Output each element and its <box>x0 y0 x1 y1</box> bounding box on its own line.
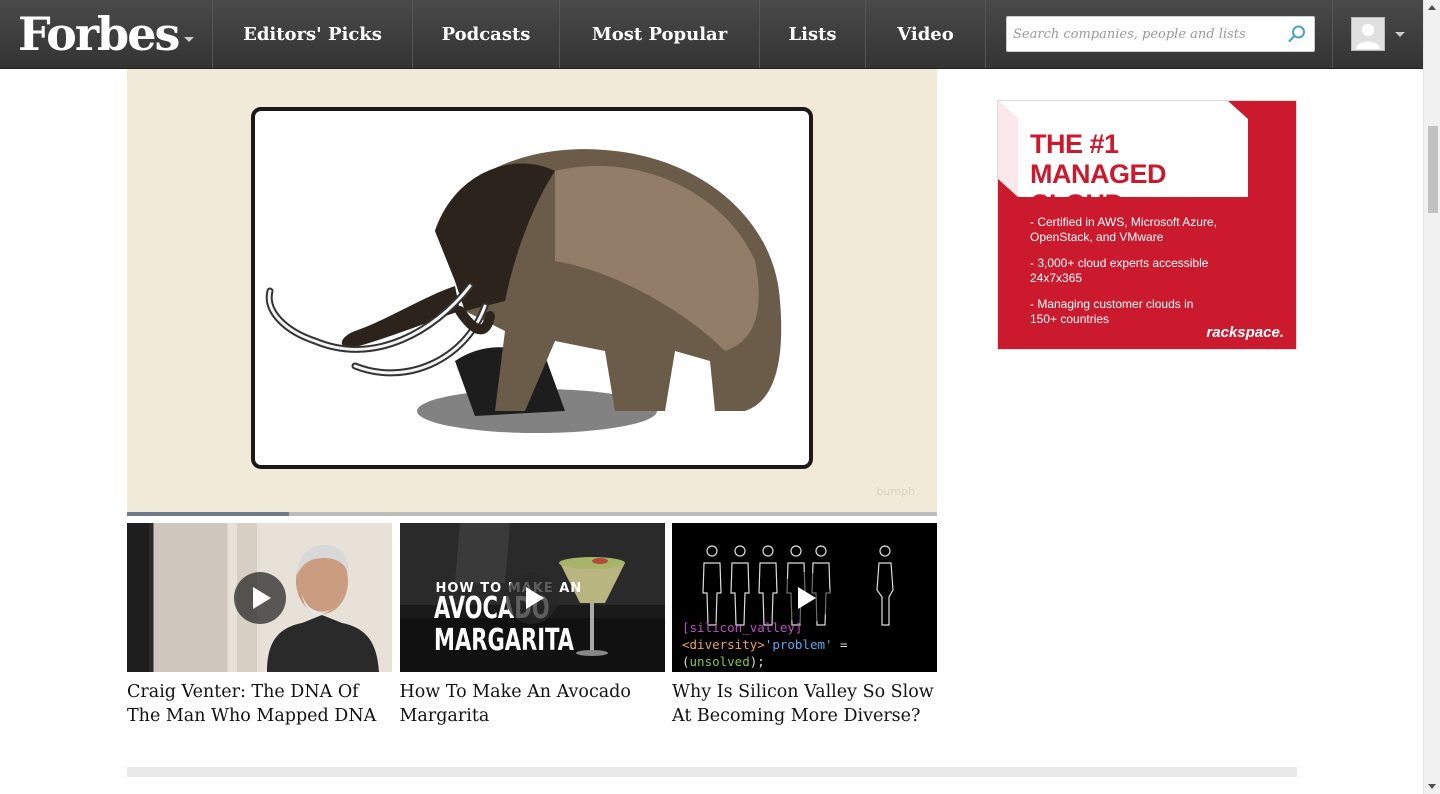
video-progress-fill <box>127 512 289 516</box>
search-area <box>986 0 1333 68</box>
play-button[interactable] <box>233 571 286 624</box>
video-thumbnail-image[interactable]: [silicon_valley] <diversity>'problem' = … <box>672 523 937 672</box>
scrollbar-thumb[interactable] <box>1428 126 1438 213</box>
code-value: unsolved <box>689 654 750 669</box>
video-frame <box>251 107 813 469</box>
video-title[interactable]: How To Make An Avocado Margarita <box>400 680 665 728</box>
video-thumbnail-image[interactable]: HOW TO MAKE AN AVOCADO MARGARITA <box>399 523 665 672</box>
related-videos: Craig Venter: The DNA Of The Man Who Map… <box>127 523 937 728</box>
search-box <box>1006 16 1315 52</box>
ad-bullet: - Certified in AWS, Microsoft Azure, Ope… <box>1030 215 1217 244</box>
mammoth-illustration <box>265 149 782 433</box>
page-scrollbar[interactable] <box>1423 0 1440 794</box>
user-menu[interactable] <box>1333 0 1423 68</box>
nav-editors-picks[interactable]: Editors' Picks <box>213 0 413 68</box>
section-divider <box>127 767 1297 777</box>
nav-podcasts[interactable]: Podcasts <box>413 0 560 68</box>
ad-headline-box: THE #1 MANAGED CLOUD COMPANY <box>1018 119 1248 249</box>
video-thumbnail-card[interactable]: [silicon_valley] <diversity>'problem' = … <box>672 523 937 728</box>
search-input[interactable] <box>1013 26 1286 42</box>
ad-headline-line-1: THE #1 MANAGED <box>1030 129 1167 189</box>
video-thumbnail-image[interactable] <box>127 523 392 672</box>
code-close: ); <box>749 654 765 669</box>
top-nav: Forbes Editors' Picks Podcasts Most Popu… <box>0 0 1423 69</box>
search-icon[interactable] <box>1286 23 1308 45</box>
chevron-down-icon[interactable] <box>184 36 195 42</box>
play-icon <box>253 586 271 609</box>
video-title[interactable]: Craig Venter: The DNA Of The Man Who Map… <box>127 680 392 728</box>
video-thumbnail-card[interactable]: Craig Venter: The DNA Of The Man Who Map… <box>127 523 392 728</box>
code-tag: <diversity> <box>682 637 765 652</box>
video-watermark: bumph <box>876 485 915 498</box>
rackspace-logo: rackspace. <box>1206 324 1284 341</box>
play-icon <box>798 586 816 609</box>
chevron-down-icon[interactable] <box>1395 31 1405 37</box>
play-button[interactable] <box>778 571 831 624</box>
logo-area[interactable]: Forbes <box>0 0 213 68</box>
code-line-2: <diversity>'problem' = (unsolved); <box>682 636 937 670</box>
nav-video[interactable]: Video <box>866 0 986 68</box>
play-icon <box>525 586 544 609</box>
code-string: 'problem' <box>764 637 833 652</box>
ad-banner[interactable]: THE #1 MANAGED CLOUD COMPANY - Certified… <box>997 100 1297 350</box>
scroll-down-icon[interactable] <box>1428 784 1436 789</box>
ad-bullets: - Certified in AWS, Microsoft Azure, Ope… <box>1030 215 1220 338</box>
video-progress-bar[interactable] <box>127 512 937 516</box>
video-player[interactable]: bumph <box>127 69 937 516</box>
code-overlay: [silicon_valley] <diversity>'problem' = … <box>682 619 937 670</box>
play-button[interactable] <box>506 571 558 624</box>
nav-lists[interactable]: Lists <box>760 0 866 68</box>
ad-bullet: - Managing customer clouds in 150+ count… <box>1030 297 1194 326</box>
user-avatar-icon[interactable] <box>1351 17 1385 51</box>
ad-bullet: - 3,000+ cloud experts accessible 24x7x3… <box>1030 256 1209 285</box>
video-thumbnail-card[interactable]: HOW TO MAKE AN AVOCADO MARGARITA How To … <box>399 523 665 728</box>
forbes-logo[interactable]: Forbes <box>18 11 180 57</box>
nav-most-popular[interactable]: Most Popular <box>560 0 760 68</box>
scroll-up-icon[interactable] <box>1428 5 1436 10</box>
video-title[interactable]: Why Is Silicon Valley So Slow At Becomin… <box>672 680 937 728</box>
